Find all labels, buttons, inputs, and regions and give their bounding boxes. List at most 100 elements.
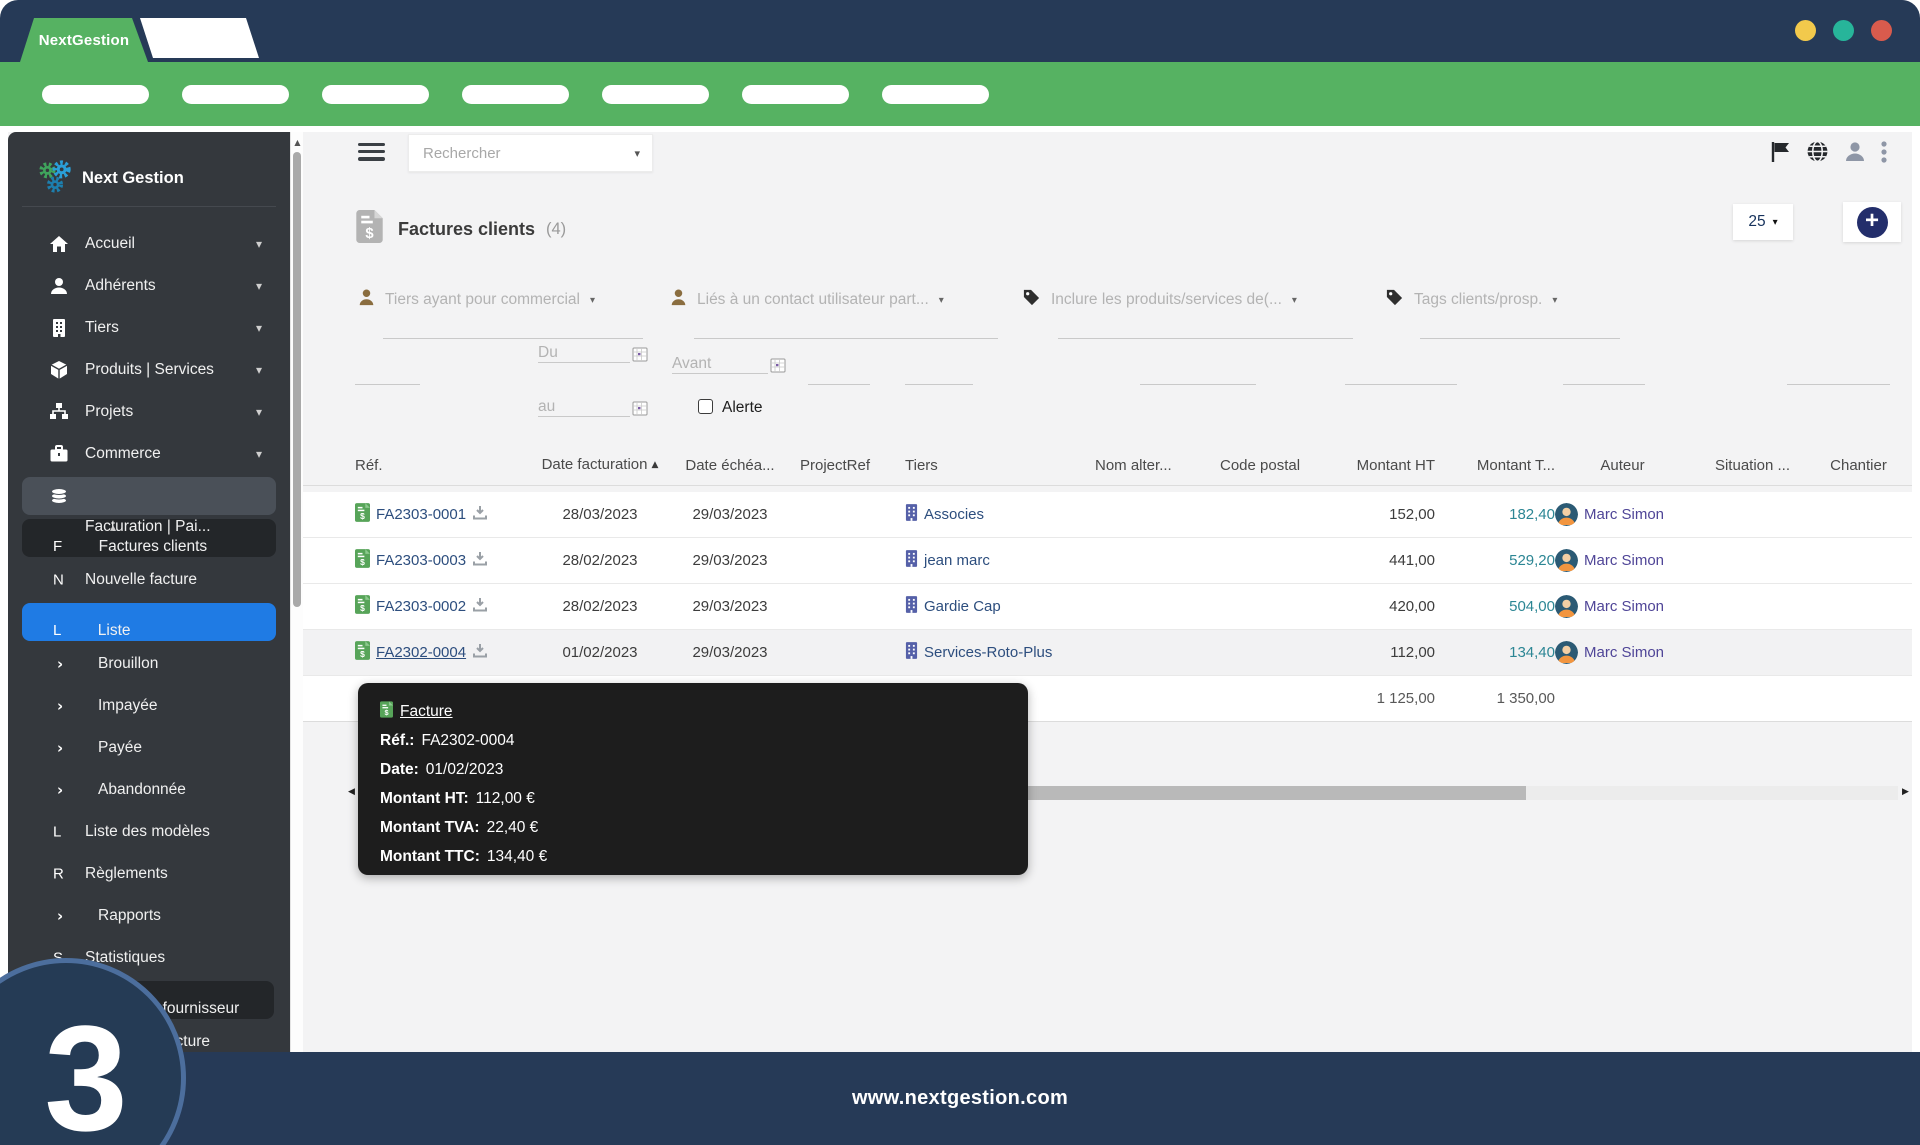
filter-auteur-underline[interactable] (1563, 384, 1645, 385)
sidebar-item-liste-des-modeles[interactable]: L Liste des modèles (8, 811, 290, 853)
column-montant-ht[interactable]: Montant HT (1335, 445, 1435, 485)
download-icon[interactable] (472, 505, 488, 524)
tiers-link[interactable]: jean marc (924, 552, 990, 569)
column-montant-ttc[interactable]: Montant T... (1435, 445, 1555, 485)
sidebar-item-adherents[interactable]: Adhérents ▾ (8, 265, 290, 307)
column-chantier[interactable]: Chantier (1815, 445, 1902, 485)
menu-pill[interactable] (182, 85, 289, 104)
page-size-select[interactable]: 25 ▾ (1733, 204, 1793, 240)
column-situation[interactable]: Situation ... (1690, 445, 1815, 485)
chevron-down-icon: ▾ (939, 295, 944, 306)
kebab-menu-icon[interactable] (1881, 140, 1887, 169)
author-link[interactable]: Marc Simon (1584, 506, 1664, 523)
horizontal-scrollbar-thumb[interactable] (1028, 786, 1526, 800)
download-icon[interactable] (472, 551, 488, 570)
sidebar-scrollbar-thumb[interactable] (293, 152, 301, 607)
column-date-echeance[interactable]: Date échéa... (660, 445, 800, 485)
filter-tags[interactable]: Tags clients/prosp. ▾ (1385, 288, 1557, 312)
date-to-input[interactable] (538, 398, 630, 417)
user-icon[interactable] (1843, 140, 1867, 169)
scroll-right-icon[interactable]: ▶ (1902, 787, 1909, 797)
hamburger-menu-icon[interactable] (358, 143, 385, 161)
filter-nom-underline[interactable] (1140, 384, 1256, 385)
download-icon[interactable] (472, 597, 488, 616)
sidebar-item-produits-services[interactable]: Produits | Services ▾ (8, 349, 290, 391)
tiers-link[interactable]: Associes (924, 506, 984, 523)
scroll-up-icon[interactable]: ▲ (292, 138, 303, 147)
calendar-icon[interactable] (632, 400, 648, 421)
filter-codepostal-underline[interactable] (1345, 384, 1457, 385)
table-row[interactable]: $ FA2303-0001 28/03/2023 29/03/2023 Asso… (303, 492, 1912, 538)
calendar-icon[interactable] (770, 357, 786, 378)
column-auteur[interactable]: Auteur (1555, 445, 1690, 485)
sidebar-item-brouillon[interactable]: › Brouillon (8, 643, 290, 685)
filter-commercial[interactable]: Tiers ayant pour commercial ▾ (358, 288, 595, 312)
total-montant-ttc: 1 350,00 (1435, 676, 1555, 721)
menu-pill[interactable] (322, 85, 429, 104)
author-link[interactable]: Marc Simon (1584, 552, 1664, 569)
scroll-left-icon[interactable]: ◀ (348, 787, 355, 797)
column-date-facturation[interactable]: Date facturation▲ (540, 445, 660, 485)
sidebar-item-tiers[interactable]: Tiers ▾ (8, 307, 290, 349)
menu-pill[interactable] (462, 85, 569, 104)
sidebar-scrollbar[interactable]: ▲ (290, 132, 303, 1052)
flag-icon[interactable] (1770, 140, 1792, 169)
maximize-button[interactable] (1833, 20, 1854, 41)
sidebar-item-accueil[interactable]: Accueil ▾ (8, 223, 290, 265)
filter-contact[interactable]: Liés à un contact utilisateur part... ▾ (670, 288, 944, 312)
close-button[interactable] (1871, 20, 1892, 41)
minimize-button[interactable] (1795, 20, 1816, 41)
invoice-ref-link[interactable]: FA2302-0004 (376, 644, 466, 661)
add-invoice-button[interactable]: + (1857, 207, 1888, 238)
author-link[interactable]: Marc Simon (1584, 598, 1664, 615)
sidebar-item-rapports[interactable]: › Rapports (8, 895, 290, 937)
invoice-ref-link[interactable]: FA2303-0002 (376, 598, 466, 615)
cell-situation (1690, 492, 1815, 537)
cell-date-echeance: 29/03/2023 (660, 538, 800, 583)
invoice-ref-link[interactable]: FA2303-0003 (376, 552, 466, 569)
tiers-link[interactable]: Services-Roto-Plus (924, 644, 1052, 661)
tiers-link[interactable]: Gardie Cap (924, 598, 1001, 615)
globe-icon[interactable] (1806, 140, 1829, 168)
chevron-down-icon: ▾ (1773, 217, 1778, 228)
column-ref[interactable]: Réf. (355, 445, 540, 485)
filter-chantier-underline[interactable] (1787, 384, 1890, 385)
sidebar-divider (22, 206, 276, 207)
date-before-input[interactable] (672, 355, 768, 374)
table-row[interactable]: $ FA2303-0002 28/02/2023 29/03/2023 Gard… (303, 584, 1912, 630)
sidebar-item-payee[interactable]: › Payée (8, 727, 290, 769)
sidebar-item-projets[interactable]: Projets ▾ (8, 391, 290, 433)
table-row[interactable]: $ FA2303-0003 28/02/2023 29/03/2023 jean… (303, 538, 1912, 584)
author-link[interactable]: Marc Simon (1584, 644, 1664, 661)
invoice-ref-link[interactable]: FA2303-0001 (376, 506, 466, 523)
alerte-checkbox[interactable] (698, 399, 713, 414)
column-code-postal[interactable]: Code postal (1220, 445, 1335, 485)
filter-ref-underline[interactable] (355, 384, 420, 385)
menu-pill[interactable] (882, 85, 989, 104)
sidebar-item-commerce[interactable]: Commerce ▾ (8, 433, 290, 475)
filter-projectref-underline[interactable] (808, 384, 870, 385)
sidebar-item-impayee[interactable]: › Impayée (8, 685, 290, 727)
column-projectref[interactable]: ProjectRef (800, 445, 905, 485)
sidebar-item-reglements[interactable]: R Règlements (8, 853, 290, 895)
chevron-down-icon[interactable]: ▾ (634, 147, 640, 160)
building-icon (905, 504, 918, 525)
sidebar-item-nouvelle-facture[interactable]: N Nouvelle facture (8, 559, 290, 601)
sidebar-item-facturation[interactable]: Facturation | Pai... ▴ (8, 475, 290, 517)
calendar-icon[interactable] (632, 346, 648, 367)
column-nom-alternatif[interactable]: Nom alter... (1095, 445, 1220, 485)
menu-pill[interactable] (742, 85, 849, 104)
column-tiers[interactable]: Tiers (905, 445, 1095, 485)
date-from-input[interactable] (538, 344, 630, 363)
download-icon[interactable] (472, 643, 488, 662)
cell-date-echeance: 29/03/2023 (660, 584, 800, 629)
table-row-hovered[interactable]: $ FA2302-0004 01/02/2023 29/03/2023 Serv… (303, 630, 1912, 676)
sidebar-item-liste-active[interactable]: L Liste (8, 601, 290, 643)
menu-pill[interactable] (602, 85, 709, 104)
sidebar-item-abandonnee[interactable]: › Abandonnée (8, 769, 290, 811)
menu-pill[interactable] (42, 85, 149, 104)
tooltip-title: Facture (400, 703, 453, 721)
filter-tiers-underline[interactable] (905, 384, 973, 385)
search-input[interactable] (423, 145, 634, 162)
filter-products[interactable]: Inclure les produits/services de(... ▾ (1022, 288, 1297, 312)
